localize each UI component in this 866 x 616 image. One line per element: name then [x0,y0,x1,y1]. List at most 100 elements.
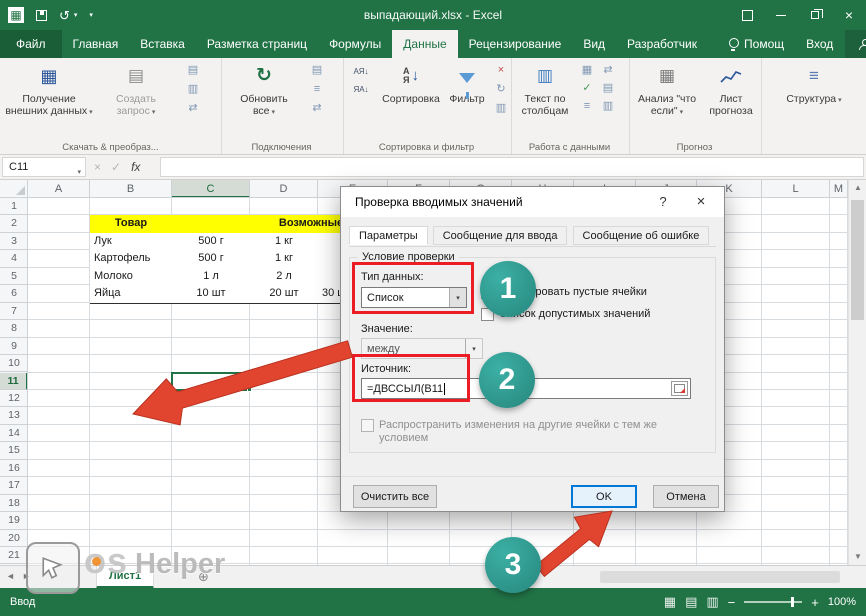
row-header-16[interactable]: 16 [0,460,28,477]
row-header-8[interactable]: 8 [0,320,28,337]
column-header-L[interactable]: L [762,180,830,198]
forecast-sheet-button[interactable]: Лист прогноза [704,61,758,140]
filter-button[interactable]: Фильтр [445,61,489,140]
sort-az-icon[interactable]: АЯ↓ [348,63,374,79]
undo-icon[interactable]: ↺ [59,9,70,22]
close-icon[interactable]: × [832,0,866,30]
row-header-17[interactable]: 17 [0,477,28,494]
cell-B5[interactable]: Молоко [90,268,173,286]
tab-developer[interactable]: Разработчик [616,30,708,58]
tab-file[interactable]: Файл [0,30,62,58]
cell-D5[interactable]: 2 л [250,268,319,286]
tab-data[interactable]: Данные [392,30,457,58]
vertical-scrollbar[interactable]: ▲ ▼ [848,180,866,565]
sheet-tab[interactable]: Лист1 [96,566,154,589]
row-header-7[interactable]: 7 [0,303,28,320]
row-header-12[interactable]: 12 [0,390,28,407]
normal-view-icon[interactable]: ▦ [664,594,676,610]
row-header-18[interactable]: 18 [0,495,28,512]
remove-duplicates-icon[interactable]: ⇄ [599,63,617,78]
cell-D6[interactable]: 20 шт [250,285,319,303]
edit-links-icon[interactable]: ⇄ [308,101,326,116]
relationships-icon[interactable]: ≡ [578,99,596,114]
row-header-11[interactable]: 11 [0,373,28,390]
tab-home[interactable]: Главная [62,30,130,58]
row-header-2[interactable]: 2 [0,215,28,232]
row-header-6[interactable]: 6 [0,285,28,302]
tab-page-layout[interactable]: Разметка страниц [196,30,318,58]
cancel-button[interactable]: Отмена [653,485,719,508]
tab-review[interactable]: Рецензирование [458,30,573,58]
column-header-C[interactable]: C [172,180,250,198]
row-header-3[interactable]: 3 [0,233,28,250]
cell-C4[interactable]: 500 г [172,250,251,268]
select-all-corner[interactable] [0,180,28,198]
horizontal-scroll-thumb[interactable] [600,571,840,583]
dialog-close-icon[interactable]: × [684,187,718,217]
tab-error-message[interactable]: Сообщение об ошибке [573,226,710,245]
undo-caret-icon[interactable]: ▾ [74,11,78,19]
row-header-21[interactable]: 21 [0,547,28,564]
cell-B6[interactable]: Яйца [90,285,173,303]
add-sheet-icon[interactable]: ⊕ [198,569,209,585]
cell-C5[interactable]: 1 л [172,268,251,286]
cell-B3[interactable]: Лук [90,233,173,251]
active-cell-outline[interactable] [171,372,251,391]
dropdown-arrow-icon[interactable]: ▾ [449,288,466,307]
data-validation-icon[interactable]: ✓ [578,81,596,96]
fill-handle[interactable] [247,387,252,392]
connections-icon[interactable]: ▤ [308,63,326,78]
cancel-icon[interactable]: × [94,160,101,174]
row-header-14[interactable]: 14 [0,425,28,442]
column-header-M[interactable]: M [830,180,848,198]
cell-C6[interactable]: 10 шт [172,285,251,303]
data-type-dropdown[interactable]: Список ▾ [361,287,467,308]
column-header-B[interactable]: B [90,180,172,198]
new-query-button[interactable]: ▤ Создать запрос▾ [98,61,174,140]
clear-all-button[interactable]: Очистить все [353,485,437,508]
tab-parameters[interactable]: Параметры [349,226,428,245]
row-header-19[interactable]: 19 [0,512,28,529]
cell-D4[interactable]: 1 кг [250,250,319,268]
what-if-analysis-button[interactable]: ▦ Анализ "что если"▾ [632,61,702,140]
cell-D3[interactable]: 1 кг [250,233,319,251]
vertical-scroll-thumb[interactable] [851,200,864,320]
name-box[interactable]: C11 ▾ [2,157,86,177]
ok-button[interactable]: OK [571,485,637,508]
scroll-down-icon[interactable]: ▼ [849,549,866,565]
properties-icon[interactable]: ≡ [308,82,326,97]
consolidate-icon[interactable]: ▤ [599,81,617,96]
advanced-icon[interactable]: ▥ [492,101,510,116]
tab-input-message[interactable]: Сообщение для ввода [433,226,568,245]
column-header-D[interactable]: D [250,180,318,198]
page-layout-view-icon[interactable]: ▤ [685,594,697,610]
value-dropdown[interactable]: между ▾ [361,338,483,359]
zoom-in-icon[interactable]: + [811,596,819,609]
zoom-out-icon[interactable]: − [728,596,736,609]
sign-in-button[interactable]: Вход [794,30,845,58]
cell-B2[interactable]: Товар [90,215,173,233]
from-table-icon[interactable]: ▥ [184,82,202,97]
sheet-nav-left-icon[interactable]: ◄ [6,571,15,581]
restore-icon[interactable] [798,0,832,30]
tab-view[interactable]: Вид [572,30,616,58]
row-header-20[interactable]: 20 [0,530,28,547]
apply-to-all-checkbox[interactable]: Распространить изменения на другие ячейк… [361,419,701,445]
row-header-13[interactable]: 13 [0,407,28,424]
minimize-icon[interactable] [764,0,798,30]
page-break-view-icon[interactable]: ▥ [706,594,718,610]
collapse-dialog-icon[interactable] [671,381,688,396]
ribbon-display-options-icon[interactable] [730,0,764,30]
insert-function-icon[interactable]: fx [131,160,140,174]
scroll-up-icon[interactable]: ▲ [849,180,866,196]
cell-B4[interactable]: Картофель [90,250,173,268]
enter-icon[interactable]: ✓ [111,160,121,174]
qat-customize-icon[interactable]: ▾ [89,11,93,19]
row-header-1[interactable]: 1 [0,198,28,215]
row-header-15[interactable]: 15 [0,442,28,459]
row-header-5[interactable]: 5 [0,268,28,285]
flash-fill-icon[interactable]: ▦ [578,63,596,78]
share-button[interactable]: Общий доступ [845,30,866,58]
row-header-4[interactable]: 4 [0,250,28,267]
text-to-columns-button[interactable]: ▥ Текст по столбцам [516,61,574,140]
